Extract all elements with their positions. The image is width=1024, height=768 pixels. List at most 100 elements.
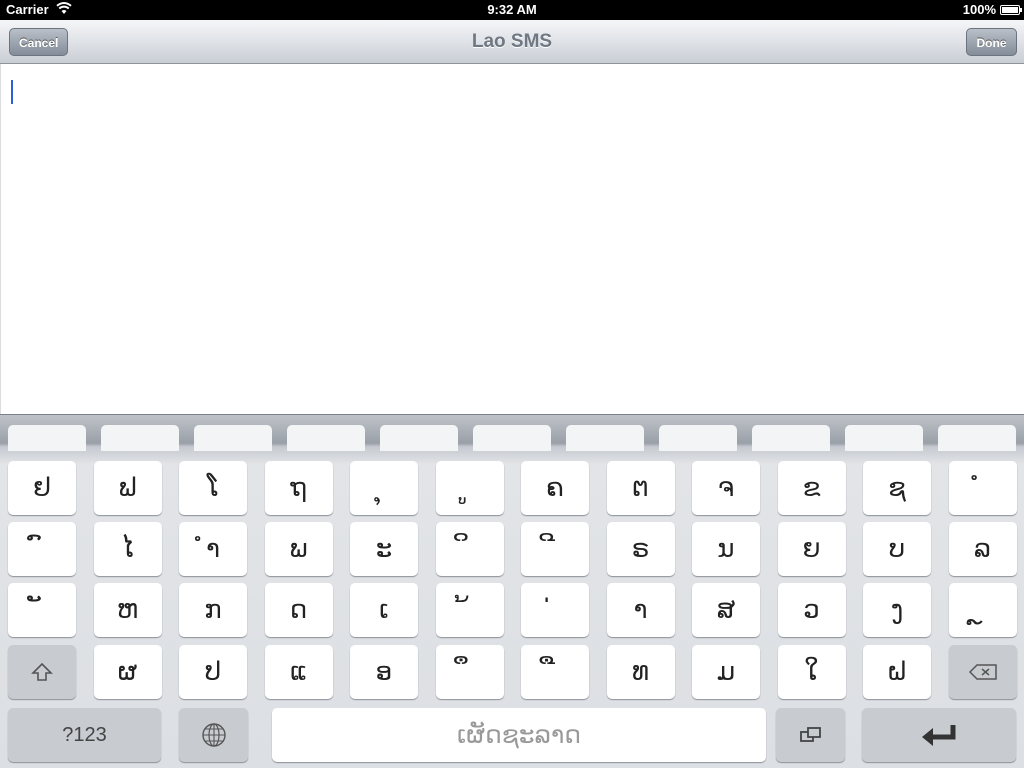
key-label: ມ (716, 657, 736, 687)
key-char[interactable]: ວ (777, 583, 846, 637)
key-char[interactable]: ລ (948, 522, 1017, 576)
key-char[interactable]: າ (606, 583, 675, 637)
key-char[interactable]: ່ (521, 583, 589, 637)
key-label: ຳ (205, 534, 220, 564)
key-label: ຈ (717, 473, 735, 503)
key-label: ເ (379, 595, 389, 625)
key-char[interactable]: ແ (264, 645, 333, 699)
suggestion-tab[interactable] (380, 425, 458, 451)
key-label: ຝ (887, 657, 907, 687)
key-char[interactable]: ໍ (948, 461, 1017, 515)
key-char[interactable]: ດ (264, 583, 333, 637)
key-char[interactable]: ້ (435, 583, 504, 637)
key-char[interactable]: ົ (8, 522, 76, 576)
key-char[interactable]: ນ (692, 522, 760, 576)
message-text-area[interactable] (0, 64, 1024, 414)
key-char[interactable]: ເ (350, 583, 418, 637)
suggestion-tab[interactable] (659, 425, 737, 451)
key-label: ນ (717, 534, 735, 564)
key-char[interactable]: ິ (435, 522, 504, 576)
keyboard-hide-icon (799, 727, 821, 742)
key-char[interactable]: ສ (692, 583, 760, 637)
key-char[interactable]: ກ (179, 583, 247, 637)
return-key[interactable] (862, 708, 1016, 762)
key-char[interactable]: ຣ (606, 522, 675, 576)
key-label: ຂ (802, 473, 821, 503)
numbers-key[interactable]: ?123 (8, 708, 161, 762)
key-char[interactable]: ຫ (93, 583, 162, 637)
key-char[interactable]: ຸ (350, 461, 418, 515)
key-char[interactable]: ີ (521, 522, 589, 576)
suggestion-tab[interactable] (566, 425, 644, 451)
key-label: ດ (289, 595, 308, 625)
key-char[interactable]: ພ (264, 522, 333, 576)
suggestion-tab[interactable] (8, 425, 86, 451)
suggestion-tab[interactable] (938, 425, 1016, 451)
key-char[interactable]: ທ (606, 645, 675, 699)
key-char[interactable]: ຖ (264, 461, 333, 515)
key-label: ປ (204, 657, 222, 687)
battery-percentage: 100% (962, 2, 996, 17)
key-label: ຖ (290, 473, 307, 503)
key-char[interactable]: ຶ (435, 645, 504, 699)
key-char[interactable]: ະ (350, 522, 418, 576)
key-label: ອ (375, 657, 393, 687)
key-char[interactable]: ຼ (948, 583, 1017, 637)
space-key-label: ເຜັດຊະລາດ (456, 720, 582, 749)
key-char[interactable]: ໂ (179, 461, 247, 515)
key-char[interactable]: ັ (8, 583, 76, 637)
key-label: ພ (289, 534, 308, 564)
key-char[interactable]: ໃ (777, 645, 846, 699)
key-label: ໄ (121, 534, 134, 564)
delete-icon (968, 664, 997, 680)
key-char[interactable]: ປ (179, 645, 247, 699)
key-char[interactable]: ຳ (179, 522, 247, 576)
key-label: ສ (716, 595, 736, 625)
key-char[interactable]: ຄ (521, 461, 589, 515)
suggestion-tab[interactable] (473, 425, 551, 451)
suggestion-tab[interactable] (101, 425, 179, 451)
hide-keyboard-key[interactable] (776, 708, 845, 762)
key-char[interactable]: ຝ (863, 645, 931, 699)
text-caret (11, 80, 13, 104)
page-title: Lao SMS (471, 31, 553, 52)
cancel-button[interactable]: Cancel (9, 28, 68, 56)
return-icon (922, 725, 956, 746)
suggestion-tab[interactable] (287, 425, 365, 451)
key-label: ຜ (117, 657, 138, 687)
key-char[interactable]: ຢ (8, 461, 76, 515)
done-button[interactable]: Done (966, 28, 1017, 56)
key-char[interactable]: ຈ (692, 461, 760, 515)
key-char[interactable]: ງ (863, 583, 931, 637)
key-char[interactable]: ຟ (93, 461, 162, 515)
suggestion-tab[interactable] (845, 425, 923, 451)
key-label: ແ (289, 657, 308, 687)
suggestion-tab[interactable] (752, 425, 830, 451)
shift-key[interactable] (8, 645, 76, 699)
key-char[interactable]: ູ (435, 461, 504, 515)
key-label: ຟ (118, 473, 137, 503)
navigation-bar: Lao SMS Cancel Done (0, 20, 1024, 64)
key-label: ວ (803, 595, 820, 625)
key-char[interactable]: ຊ (863, 461, 931, 515)
space-key[interactable]: ເຜັດຊະລາດ (272, 708, 766, 762)
key-char[interactable]: ອ (350, 645, 418, 699)
key-label: ງ (890, 595, 904, 625)
key-label: ຊ (888, 473, 906, 503)
lao-keyboard: ຢ ຟ ໂ ຖຸູ ຄ ຕ ຈ ຂ ຊໍົ ໄ ຳ ພ ະິີ ຣ ນ ຍ ບ ລັ ຫ ກ ດ ເ້່ າ ສ ວ ງຼຜ ປ ແ ອ… (0, 414, 1024, 768)
suggestion-tab[interactable] (194, 425, 272, 451)
key-char[interactable]: ື (521, 645, 589, 699)
key-char[interactable]: ມ (692, 645, 760, 699)
delete-key[interactable] (948, 645, 1017, 699)
globe-key[interactable] (179, 708, 248, 762)
key-label: ຍ (802, 534, 821, 564)
key-char[interactable]: ບ (863, 522, 931, 576)
key-label: ບ (888, 534, 906, 564)
key-char[interactable]: ຜ (93, 645, 162, 699)
key-char[interactable]: ຕ (606, 461, 675, 515)
key-label: ຕ (632, 473, 649, 503)
key-label: ຄ (546, 473, 564, 503)
key-char[interactable]: ຂ (777, 461, 846, 515)
key-char[interactable]: ໄ (93, 522, 162, 576)
key-char[interactable]: ຍ (777, 522, 846, 576)
